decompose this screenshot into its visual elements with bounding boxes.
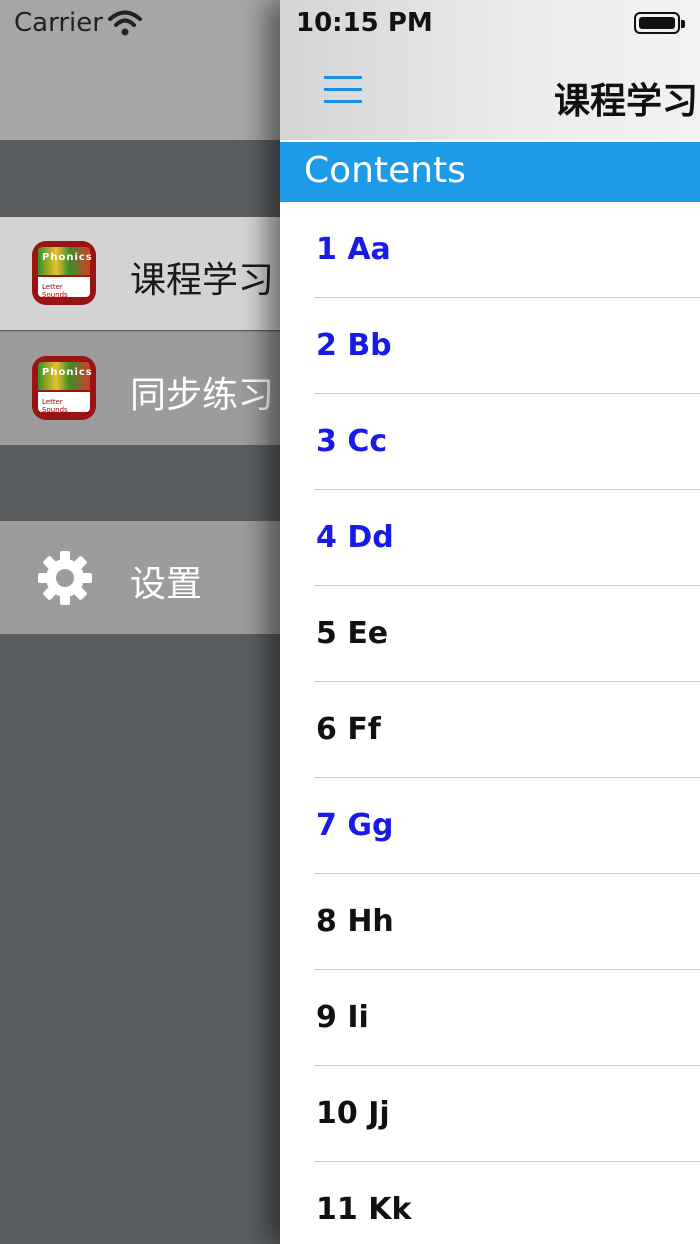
gear-icon bbox=[38, 551, 92, 605]
menu-item-sync-practice[interactable]: Phonics Letter Sounds 同步练习 bbox=[0, 331, 280, 445]
lesson-label: 11 Kk bbox=[316, 1192, 412, 1227]
lesson-label: 2 Bb bbox=[316, 328, 392, 363]
phonics-app-icon: Phonics Letter Sounds bbox=[32, 241, 96, 305]
list-item[interactable]: 8 Hh bbox=[280, 874, 700, 970]
contents-header-label: Contents bbox=[304, 150, 466, 191]
navigation-bar: 10:15 PM 课程学习 bbox=[280, 0, 700, 140]
list-item[interactable]: 1 Aa bbox=[280, 202, 700, 298]
hamburger-icon[interactable] bbox=[324, 74, 362, 106]
lesson-label: 1 Aa bbox=[316, 232, 391, 267]
lesson-label: 8 Hh bbox=[316, 904, 394, 939]
menu-header: Carrier bbox=[0, 0, 280, 140]
menu-item-label: 设置 bbox=[130, 564, 203, 605]
list-item[interactable]: 4 Dd bbox=[280, 490, 700, 586]
carrier-label: Carrier bbox=[14, 8, 103, 38]
menu-item-label: 同步练习 bbox=[130, 375, 275, 416]
list-item[interactable]: 5 Ee bbox=[280, 586, 700, 682]
lesson-label: 5 Ee bbox=[316, 616, 389, 651]
list-item[interactable]: 2 Bb bbox=[280, 298, 700, 394]
menu-item-course-study[interactable]: Phonics Letter Sounds 课程学习 bbox=[0, 217, 280, 330]
contents-header: Contents bbox=[280, 142, 700, 202]
list-item[interactable]: 10 Jj bbox=[280, 1066, 700, 1162]
menu-item-settings[interactable]: 设置 bbox=[0, 521, 280, 634]
status-time: 10:15 PM bbox=[296, 8, 433, 38]
list-item[interactable]: 9 Ii bbox=[280, 970, 700, 1066]
list-item[interactable]: 7 Gg bbox=[280, 778, 700, 874]
main-panel: 10:15 PM 课程学习 Contents 1 Aa 2 Bb 3 Cc 4 Dd 5… bbox=[280, 0, 700, 1244]
side-menu: Carrier Phonics Letter Sounds 课程学习 Phoni… bbox=[0, 0, 280, 1244]
lesson-list: 1 Aa 2 Bb 3 Cc 4 Dd 5 Ee 6 Ff 7 Gg 8 Hh 9 Ii 10 J… bbox=[280, 202, 700, 1244]
battery-icon bbox=[634, 12, 685, 34]
wifi-icon bbox=[108, 10, 142, 36]
page-title: 课程学习 bbox=[554, 81, 699, 122]
lesson-label: 3 Cc bbox=[316, 424, 388, 459]
phonics-app-icon: Phonics Letter Sounds bbox=[32, 356, 96, 420]
lesson-label: 10 Jj bbox=[316, 1096, 390, 1131]
lesson-label: 9 Ii bbox=[316, 1000, 369, 1035]
list-item[interactable]: 11 Kk bbox=[280, 1162, 700, 1244]
lesson-label: 6 Ff bbox=[316, 712, 381, 747]
list-item[interactable]: 6 Ff bbox=[280, 682, 700, 778]
menu-item-label: 课程学习 bbox=[130, 260, 275, 301]
list-item[interactable]: 3 Cc bbox=[280, 394, 700, 490]
lesson-label: 4 Dd bbox=[316, 520, 394, 555]
lesson-label: 7 Gg bbox=[316, 808, 394, 843]
